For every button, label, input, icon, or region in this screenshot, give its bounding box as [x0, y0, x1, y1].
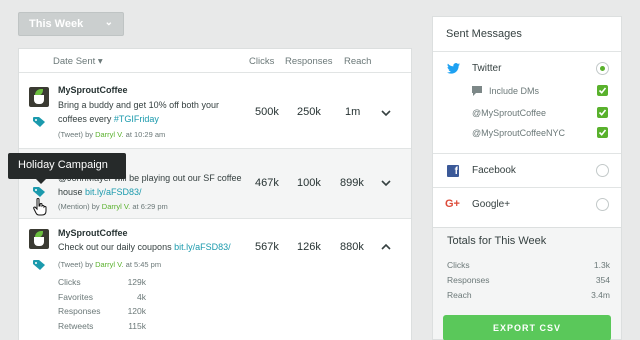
totals-title: Totals for This Week: [447, 235, 547, 247]
tag-icon[interactable]: [33, 117, 45, 127]
include-dms-checkbox[interactable]: [597, 85, 608, 96]
totals-label: Responses: [447, 275, 490, 285]
message-meta: (Mention) by Darryl V. at 6:29 pm: [58, 202, 168, 211]
message-icon: [472, 86, 482, 96]
reach-value: 1m: [345, 106, 361, 118]
clicks-value: 500k: [255, 106, 279, 118]
sort-down-icon: ▾: [97, 56, 103, 67]
message-stats: Clicks 129k Favorites 4k Responses 120k Ret…: [58, 277, 146, 335]
panel-title: Sent Messages: [446, 28, 522, 40]
chevron-up-icon[interactable]: [379, 240, 393, 254]
header-date: Date Sent: [53, 56, 96, 67]
twitter-label: Twitter: [472, 63, 502, 74]
export-csv-button[interactable]: EXPORT CSV: [443, 315, 611, 340]
meta-time: at 10:29 am: [123, 130, 166, 139]
date-range-label: This Week: [29, 18, 84, 30]
totals-row: Clicks 1.3k: [447, 260, 610, 270]
profile-label: @MySproutCoffee: [472, 108, 547, 118]
reach-value: 880k: [340, 241, 364, 253]
profile-checkbox[interactable]: [597, 107, 608, 118]
header-reach: Reach: [344, 56, 372, 67]
stat-row: Retweets 115k: [58, 321, 146, 336]
totals-value: 354: [595, 275, 610, 285]
chevron-down-icon[interactable]: [379, 106, 393, 120]
stat-value: 4k: [137, 291, 146, 302]
google-plus-icon: G+: [445, 198, 460, 210]
totals-label: Reach: [447, 290, 472, 300]
stat-label: Clicks: [58, 277, 81, 287]
responses-value: 126k: [297, 241, 321, 253]
include-dms-label: Include DMs: [489, 86, 540, 96]
author-link[interactable]: Darryl V.: [102, 202, 130, 211]
message-body: Check out our daily coupons: [58, 242, 175, 252]
account-name: MySproutCoffee: [58, 228, 128, 238]
header-clicks: Clicks: [249, 56, 275, 67]
table-row[interactable]: MySproutCoffee Bring a buddy and get 10%…: [19, 73, 411, 149]
message-text: Check out our daily coupons bit.ly/aFSD8…: [58, 240, 250, 254]
message-link[interactable]: bit.ly/aFSD83/: [85, 187, 142, 197]
message-meta: (Tweet) by Darryl V. at 10:29 am: [58, 130, 165, 139]
profile-label: @MySproutCoffeeNYC: [472, 128, 566, 138]
stat-row: Responses 120k: [58, 306, 146, 321]
avatar: [29, 87, 49, 107]
twitter-icon: [447, 63, 460, 74]
stat-value: 120k: [127, 306, 146, 316]
chevron-down-icon: ⌄: [104, 17, 113, 28]
tooltip-text: Holiday Campaign: [18, 159, 108, 171]
meta-type: (Mention) by: [58, 202, 102, 211]
profile-checkbox[interactable]: [597, 127, 608, 138]
author-link[interactable]: Darryl V.: [95, 260, 123, 269]
sort-date-sent[interactable]: Date Sent ▾: [53, 56, 103, 67]
googleplus-radio[interactable]: [596, 198, 609, 211]
stat-label: Responses: [58, 306, 101, 316]
clicks-value: 567k: [255, 241, 279, 253]
responses-value: 250k: [297, 106, 321, 118]
twitter-radio[interactable]: [596, 62, 609, 75]
author-link[interactable]: Darryl V.: [95, 130, 123, 139]
clicks-value: 467k: [255, 177, 279, 189]
message-link[interactable]: bit.ly/aFSD83/: [174, 242, 231, 252]
responses-value: 100k: [297, 177, 321, 189]
divider: [433, 153, 621, 154]
facebook-icon: f: [447, 165, 459, 177]
message-meta: (Tweet) by Darryl V. at 5:45 pm: [58, 260, 161, 269]
meta-time: at 5:45 pm: [123, 260, 162, 269]
meta-type: (Tweet) by: [58, 260, 96, 269]
divider: [433, 187, 621, 188]
googleplus-label: Google+: [472, 199, 511, 210]
table-header: Date Sent ▾ Clicks Responses Reach: [19, 49, 411, 73]
totals-value: 1.3k: [593, 260, 610, 270]
chevron-down-icon[interactable]: [379, 176, 393, 190]
account-name: MySproutCoffee: [58, 85, 128, 95]
facebook-radio[interactable]: [596, 164, 609, 177]
message-link[interactable]: #TGIFriday: [114, 114, 159, 124]
reach-value: 899k: [340, 177, 364, 189]
totals-label: Clicks: [447, 260, 470, 270]
totals-panel: Totals for This Week Clicks 1.3k Response…: [432, 228, 622, 340]
stat-row: Clicks 129k: [58, 277, 146, 292]
totals-row: Responses 354: [447, 275, 610, 285]
stat-row: Favorites 4k: [58, 292, 146, 307]
avatar: [29, 229, 49, 249]
stat-value: 115k: [128, 320, 146, 331]
table-row[interactable]: MySproutCoffee Check out our daily coupo…: [19, 219, 411, 340]
date-range-select[interactable]: This Week ⌄: [18, 12, 124, 36]
tag-tooltip: Holiday Campaign: [8, 153, 126, 184]
sent-messages-panel: Sent Messages Twitter Include DMs @MySpr…: [432, 16, 622, 228]
meta-type: (Tweet) by: [58, 130, 96, 139]
stat-label: Retweets: [58, 320, 94, 331]
divider: [433, 51, 621, 52]
header-responses: Responses: [285, 56, 333, 67]
stat-value: 129k: [127, 277, 146, 287]
stat-label: Favorites: [58, 291, 93, 302]
tag-icon[interactable]: [33, 260, 45, 270]
messages-table: Date Sent ▾ Clicks Responses Reach MySpr…: [18, 48, 412, 340]
message-text: Bring a buddy and get 10% off both your …: [58, 98, 250, 126]
facebook-label: Facebook: [472, 165, 516, 176]
hand-cursor-icon: [33, 198, 47, 216]
tag-icon[interactable]: [33, 187, 45, 197]
totals-row: Reach 3.4m: [447, 290, 610, 300]
totals-value: 3.4m: [591, 290, 610, 300]
meta-time: at 6:29 pm: [130, 202, 168, 211]
